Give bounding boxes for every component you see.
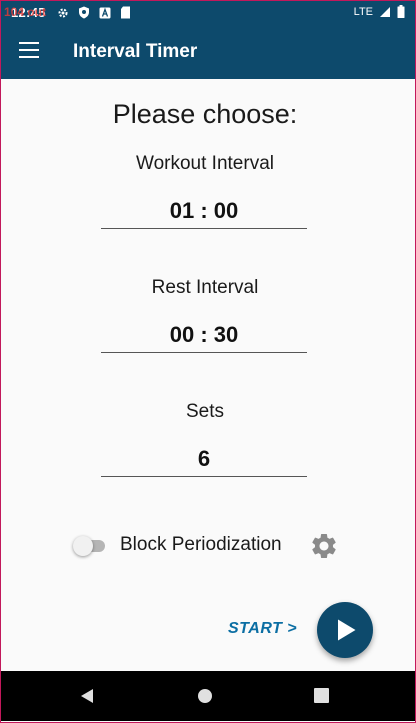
status-notification-icons [57,6,131,19]
sets-label: Sets [185,401,225,422]
home-icon[interactable] [197,688,213,704]
network-type-label: LTE [353,5,373,18]
start-fab-button[interactable] [317,602,373,658]
status-system-icons: LTE [354,5,405,18]
main-content: Please choose: Workout Interval 01 : 00 … [1,79,415,671]
block-periodization-label: Block Periodization [120,534,282,555]
start-link[interactable]: START > [228,620,297,638]
recent-apps-icon[interactable] [314,688,329,703]
back-icon[interactable] [79,688,95,704]
workout-interval-field[interactable]: 01 : 00 [101,194,307,229]
status-bar: 12:45 104 out LTE [1,1,415,25]
rest-interval-field[interactable]: 00 : 30 [101,318,307,353]
app-title: Interval Timer [73,41,198,62]
rest-interval-label: Rest Interval [151,277,259,298]
sd-card-icon [121,6,130,19]
signal-icon [380,6,390,17]
a-icon [99,7,111,18]
settings-icon [58,8,68,17]
workout-interval-label: Workout Interval [136,153,274,174]
play-icon [338,619,356,641]
system-nav-bar [1,671,415,721]
toggle-thumb [73,536,93,556]
app-bar: Interval Timer [1,25,415,79]
gear-icon[interactable] [309,531,339,561]
debug-overlay-text: 104 out [4,5,47,19]
shield-icon [79,6,89,19]
page-heading: Please choose: [112,99,298,129]
block-periodization-toggle[interactable] [73,536,105,556]
hamburger-icon[interactable] [19,42,39,58]
sets-field[interactable]: 6 [101,442,307,477]
battery-icon [397,5,405,18]
